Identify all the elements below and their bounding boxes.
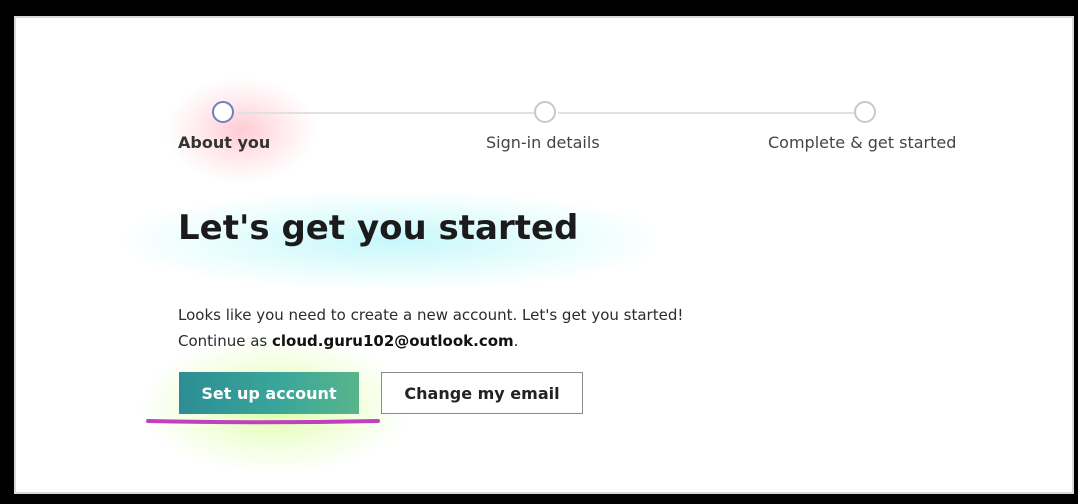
account-email: cloud.guru102@outlook.com [272,332,514,350]
description-line-2: Continue as cloud.guru102@outlook.com. [178,328,683,354]
stepper-track [238,112,536,114]
period-text: . [513,332,519,350]
annotation-underline [146,419,380,425]
screenshot-frame: About you Sign-in details Complete & get… [14,16,1074,494]
step-label-complete: Complete & get started [768,133,957,152]
progress-stepper: About you Sign-in details Complete & get… [16,18,1072,158]
step-indicator-complete [854,101,876,123]
stepper-track [558,112,868,114]
description: Looks like you need to create a new acco… [178,302,683,354]
page-title: Let's get you started [178,208,579,248]
step-label-about-you: About you [178,133,271,152]
continue-as-text: Continue as [178,332,272,350]
signup-page: About you Sign-in details Complete & get… [16,18,1072,492]
description-line-1: Looks like you need to create a new acco… [178,306,684,324]
step-label-sign-in-details: Sign-in details [486,133,600,152]
change-email-button[interactable]: Change my email [381,372,583,414]
step-indicator-sign-in-details [534,101,556,123]
step-indicator-about-you [212,101,234,123]
set-up-account-button[interactable]: Set up account [179,372,359,414]
